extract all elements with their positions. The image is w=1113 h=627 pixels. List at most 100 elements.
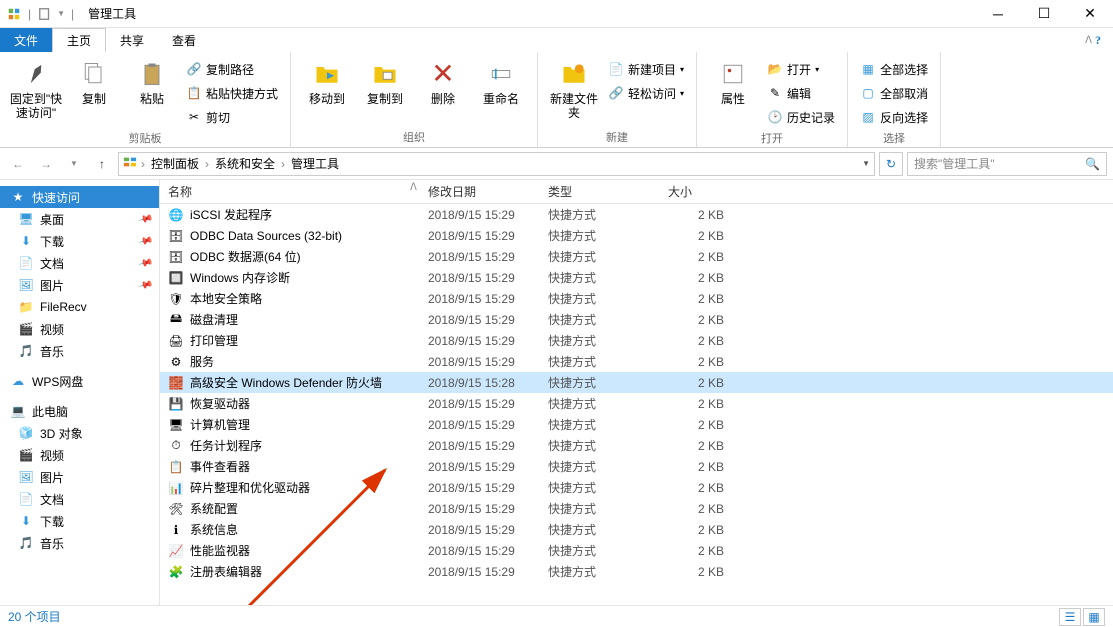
select-all-button[interactable]: ▦全部选择 [856,58,932,80]
file-size: 2 KB [660,376,740,390]
breadcrumb-1[interactable]: 系统和安全 [213,155,277,172]
file-row[interactable]: 📈性能监视器 2018/9/15 15:29 快捷方式 2 KB [160,540,1113,561]
new-folder-button[interactable]: 新建文件夹 [546,56,602,121]
view-icons-button[interactable]: ▦ [1083,608,1105,626]
file-type: 快捷方式 [540,332,660,349]
file-row[interactable]: 🛠系统配置 2018/9/15 15:29 快捷方式 2 KB [160,498,1113,519]
file-date: 2018/9/15 15:29 [420,334,540,348]
nav-up-button[interactable]: ↑ [90,152,114,176]
column-name[interactable]: 名称 [160,180,420,203]
history-button[interactable]: 🕑历史记录 [763,106,839,128]
sidebar-documents[interactable]: 📄文档📌 [0,252,159,274]
file-list[interactable]: 名称 ᐱ 修改日期 类型 大小 🌐iSCSI 发起程序 2018/9/15 15… [160,180,1113,605]
file-row[interactable]: 🗄ODBC 数据源(64 位) 2018/9/15 15:29 快捷方式 2 K… [160,246,1113,267]
tab-file[interactable]: 文件 [0,28,52,52]
sidebar-downloads[interactable]: ⬇下载📌 [0,230,159,252]
maximize-button[interactable]: ☐ [1021,0,1067,28]
file-icon: 🛡 [168,291,184,307]
sidebar-music[interactable]: 🎵音乐 [0,340,159,362]
refresh-button[interactable]: ↻ [879,152,903,176]
properties-button[interactable]: 属性 [705,56,761,106]
qat-properties-icon[interactable] [37,6,53,22]
file-size: 2 KB [660,418,740,432]
file-row[interactable]: ⏱任务计划程序 2018/9/15 15:29 快捷方式 2 KB [160,435,1113,456]
paste-button[interactable]: 粘贴 [124,56,180,106]
file-size: 2 KB [660,292,740,306]
file-row[interactable]: 🛡本地安全策略 2018/9/15 15:29 快捷方式 2 KB [160,288,1113,309]
cut-button[interactable]: ✂剪切 [182,106,282,128]
file-size: 2 KB [660,460,740,474]
sidebar-videos[interactable]: 🎬视频 [0,318,159,340]
file-row[interactable]: 📊碎片整理和优化驱动器 2018/9/15 15:29 快捷方式 2 KB [160,477,1113,498]
file-name: 事件查看器 [190,458,250,475]
search-input[interactable]: 搜索"管理工具" 🔍 [907,152,1107,176]
pin-quickaccess-button[interactable]: 固定到"快速访问" [8,56,64,121]
sidebar-filerecv[interactable]: 📁FileRecv [0,296,159,318]
ribbon-group-organize: 组织 [299,127,529,145]
sidebar-videos2[interactable]: 🎬视频 [0,444,159,466]
file-row[interactable]: 🌐iSCSI 发起程序 2018/9/15 15:29 快捷方式 2 KB [160,204,1113,225]
file-type: 快捷方式 [540,437,660,454]
view-details-button[interactable]: ☰ [1059,608,1081,626]
move-to-button[interactable]: 移动到 [299,56,355,106]
delete-button[interactable]: ✕ 删除 [415,56,471,106]
new-item-button[interactable]: 📄新建项目 ▾ [604,58,688,80]
file-row[interactable]: ⚙服务 2018/9/15 15:29 快捷方式 2 KB [160,351,1113,372]
sidebar-wps[interactable]: ☁WPS网盘 [0,370,159,392]
breadcrumb-2[interactable]: 管理工具 [289,155,341,172]
file-row[interactable]: 🧱高级安全 Windows Defender 防火墙 2018/9/15 15:… [160,372,1113,393]
minimize-button[interactable]: ─ [975,0,1021,28]
help-icon[interactable]: ? [1095,33,1101,48]
address-bar[interactable]: › 控制面板 › 系统和安全 › 管理工具 ▼ [118,152,875,176]
file-row[interactable]: ℹ系统信息 2018/9/15 15:29 快捷方式 2 KB [160,519,1113,540]
edit-button[interactable]: ✎编辑 [763,82,839,104]
file-row[interactable]: 🧩注册表编辑器 2018/9/15 15:29 快捷方式 2 KB [160,561,1113,582]
column-type[interactable]: 类型 [540,180,660,203]
file-row[interactable]: 💾恢复驱动器 2018/9/15 15:29 快捷方式 2 KB [160,393,1113,414]
file-icon: 🧱 [168,375,184,391]
sidebar-pictures[interactable]: 🖼图片📌 [0,274,159,296]
file-row[interactable]: 🖴磁盘清理 2018/9/15 15:29 快捷方式 2 KB [160,309,1113,330]
pin-icon: 📌 [137,277,153,293]
sidebar-quickaccess[interactable]: ★快速访问 [0,186,159,208]
tab-view[interactable]: 查看 [158,28,210,52]
address-dropdown[interactable]: ▼ [862,159,870,168]
file-row[interactable]: 🔲Windows 内存诊断 2018/9/15 15:29 快捷方式 2 KB [160,267,1113,288]
close-button[interactable]: ✕ [1067,0,1113,28]
paste-shortcut-button[interactable]: 📋粘贴快捷方式 [182,82,282,104]
nav-forward-button[interactable]: → [34,152,58,176]
easy-access-button[interactable]: 🔗轻松访问 ▾ [604,82,688,104]
tab-share[interactable]: 共享 [106,28,158,52]
file-icon: ⏱ [168,438,184,454]
file-type: 快捷方式 [540,290,660,307]
sidebar-music2[interactable]: 🎵音乐 [0,532,159,554]
column-date[interactable]: 修改日期 [420,180,540,203]
breadcrumb-0[interactable]: 控制面板 [149,155,201,172]
file-size: 2 KB [660,208,740,222]
invert-select-button[interactable]: ▨反向选择 [856,106,932,128]
sidebar-thispc[interactable]: 💻此电脑 [0,400,159,422]
column-size[interactable]: 大小 [660,180,740,203]
copy-path-button[interactable]: 🔗复制路径 [182,58,282,80]
qat-dropdown[interactable]: ▼ [57,9,65,18]
file-row[interactable]: 🖥计算机管理 2018/9/15 15:29 快捷方式 2 KB [160,414,1113,435]
file-row[interactable]: 📋事件查看器 2018/9/15 15:29 快捷方式 2 KB [160,456,1113,477]
file-row[interactable]: 🖨打印管理 2018/9/15 15:29 快捷方式 2 KB [160,330,1113,351]
sidebar-3dobjects[interactable]: 🧊3D 对象 [0,422,159,444]
ribbon-collapse-icon[interactable]: ᐱ [1085,35,1092,46]
sidebar-desktop[interactable]: 🖥桌面📌 [0,208,159,230]
tab-home[interactable]: 主页 [52,28,106,52]
copy-to-button[interactable]: 复制到 [357,56,413,106]
nav-recent-dropdown[interactable]: ▼ [62,152,86,176]
rename-button[interactable]: 重命名 [473,56,529,106]
select-none-button[interactable]: ▢全部取消 [856,82,932,104]
open-button[interactable]: 📂打开 ▾ [763,58,839,80]
file-row[interactable]: 🗄ODBC Data Sources (32-bit) 2018/9/15 15… [160,225,1113,246]
sidebar-pictures2[interactable]: 🖼图片 [0,466,159,488]
file-size: 2 KB [660,502,740,516]
sidebar-downloads2[interactable]: ⬇下载 [0,510,159,532]
file-size: 2 KB [660,334,740,348]
sidebar-documents2[interactable]: 📄文档 [0,488,159,510]
copy-button[interactable]: 复制 [66,56,122,106]
nav-back-button[interactable]: ← [6,152,30,176]
